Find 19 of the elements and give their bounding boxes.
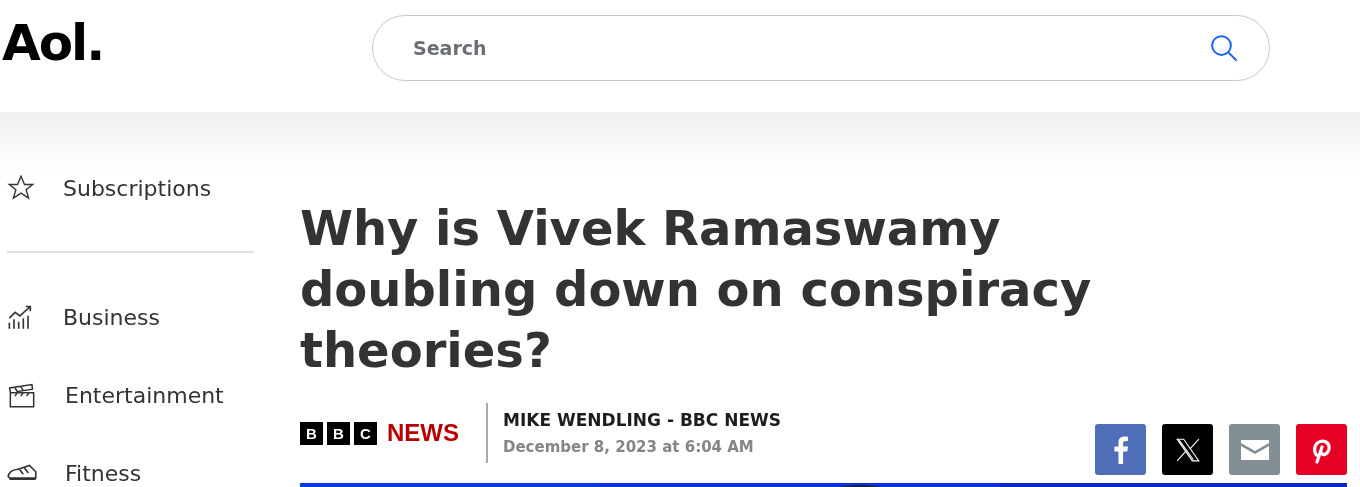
logo-letter: B xyxy=(300,421,323,445)
x-logo-icon xyxy=(1174,436,1201,463)
logo-letter: B xyxy=(327,421,350,445)
sidebar-item[interactable]: Fitness xyxy=(65,460,142,486)
clapperboard-icon xyxy=(7,381,37,409)
publish-date: December 8, 2023 at 6:04 AM xyxy=(503,438,755,456)
article-title: Why is Vivek Ramaswamy doubling down on conspiracy theories? xyxy=(300,199,1093,380)
envelope-icon xyxy=(1240,439,1269,460)
star-icon xyxy=(7,174,35,202)
aol-logo[interactable]: Aol. xyxy=(2,14,372,72)
facebook-icon xyxy=(1113,435,1128,464)
logo-letter: C xyxy=(354,421,377,445)
author-byline: MIKE WENDLING - BBC NEWS xyxy=(503,410,783,430)
share-button[interactable] xyxy=(1162,424,1213,475)
search-icon[interactable] xyxy=(1209,33,1239,63)
sidebar-item[interactable]: Entertainment xyxy=(65,382,224,408)
sidebar-item[interactable]: Business xyxy=(63,304,160,330)
logo-word: NEWS xyxy=(387,419,459,447)
sidebar-item[interactable]: Subscriptions xyxy=(63,175,212,201)
